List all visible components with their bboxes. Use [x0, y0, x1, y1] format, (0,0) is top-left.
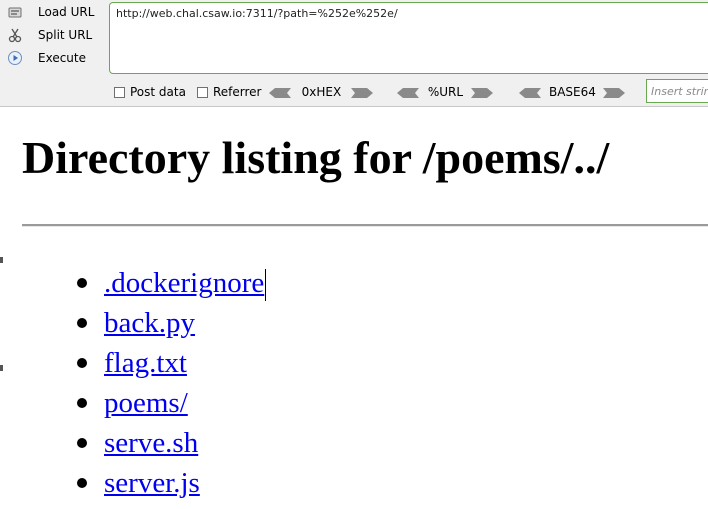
insert-string-placeholder: Insert strin — [651, 85, 708, 98]
text-cursor — [265, 269, 267, 302]
horizontal-rule — [22, 224, 708, 227]
execute-button[interactable]: Execute — [6, 48, 86, 68]
hex-decode-arrow-icon[interactable] — [269, 87, 292, 98]
referrer-label: Referrer — [212, 85, 262, 99]
hex-encoder: 0xHEX — [269, 85, 374, 99]
file-link-flag-txt[interactable]: flag.txt — [104, 343, 187, 383]
url-textarea[interactable]: http://web.chal.csaw.io:7311/?path=%252e… — [109, 2, 708, 74]
load-url-label: Load URL — [38, 5, 95, 19]
url-value: http://web.chal.csaw.io:7311/?path=%252e… — [116, 7, 398, 20]
base64-label: BASE64 — [548, 85, 596, 99]
file-link-poems[interactable]: poems/ — [104, 383, 188, 423]
bullet-icon — [77, 438, 87, 448]
split-url-button[interactable]: Split URL — [6, 25, 92, 45]
play-icon — [6, 49, 24, 67]
base64-encode-arrow-icon[interactable] — [603, 87, 626, 98]
base64-decode-arrow-icon[interactable] — [519, 87, 542, 98]
load-url-button[interactable]: Load URL — [6, 2, 94, 22]
post-data-checkbox[interactable]: Post data — [114, 85, 186, 99]
bullet-icon — [77, 318, 87, 328]
file-link-dockerignore[interactable]: .dockerignore — [104, 263, 267, 303]
bullet-icon — [77, 478, 87, 488]
page-content: Directory listing for /poems/../ .docker… — [0, 107, 708, 509]
file-link-serve-sh[interactable]: serve.sh — [104, 423, 198, 463]
load-url-icon — [6, 3, 24, 21]
scissors-icon — [6, 26, 24, 44]
post-data-checkbox-box[interactable] — [114, 86, 125, 98]
hackbar-toolbar: Load URL Split URL Execute http://web.ch… — [0, 0, 708, 107]
post-data-label: Post data — [130, 85, 186, 99]
resize-handle-bottom[interactable] — [0, 365, 3, 371]
url-encode-label: %URL — [427, 85, 464, 99]
referrer-checkbox[interactable]: Referrer — [196, 85, 262, 99]
base64-encoder: BASE64 — [519, 85, 626, 99]
split-url-label: Split URL — [38, 28, 93, 42]
url-decode-arrow-icon[interactable] — [397, 87, 420, 98]
bullet-icon — [77, 398, 87, 408]
hex-encode-arrow-icon[interactable] — [351, 87, 374, 98]
url-encoder: %URL — [397, 85, 494, 99]
bullet-icon — [77, 358, 87, 368]
insert-string-input[interactable]: Insert strin — [646, 79, 708, 103]
bullet-icon — [77, 278, 87, 288]
file-link-back-py[interactable]: back.py — [104, 303, 195, 343]
url-encode-arrow-icon[interactable] — [471, 87, 494, 98]
resize-handle-top[interactable] — [0, 257, 3, 263]
file-link-server-js[interactable]: server.js — [104, 463, 200, 503]
hex-label: 0xHEX — [301, 85, 342, 99]
page-title: Directory listing for /poems/../ — [22, 132, 610, 183]
execute-label: Execute — [38, 51, 86, 65]
referrer-checkbox-box[interactable] — [196, 86, 208, 98]
hackbar-options-row: Post data Referrer 0xHEX %URL BASE64 — [114, 83, 626, 101]
